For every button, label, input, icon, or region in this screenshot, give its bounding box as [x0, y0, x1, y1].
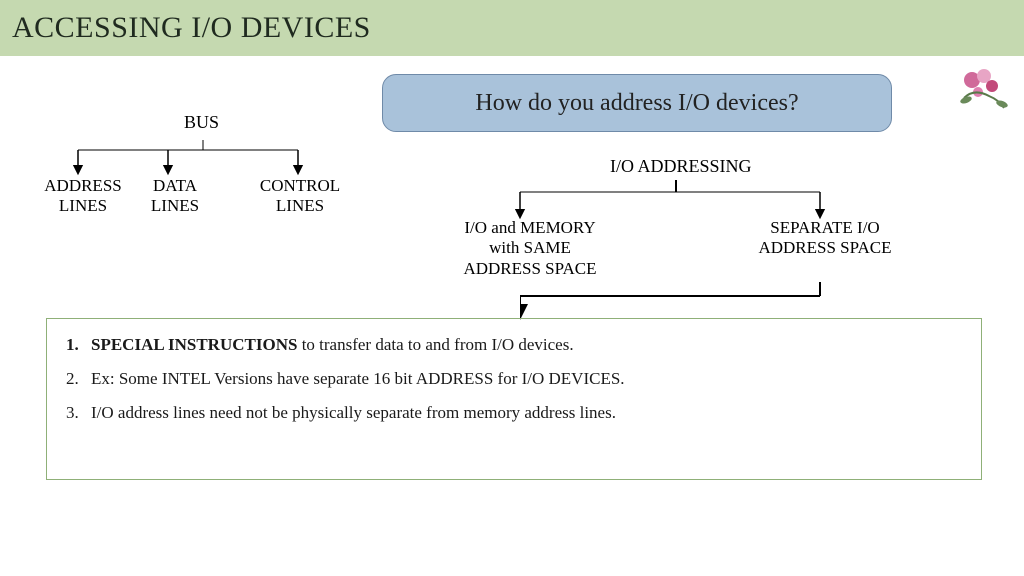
bus-child-data: DATA LINES [140, 176, 210, 217]
note-1-bold: SPECIAL INSTRUCTIONS [91, 335, 297, 354]
notes-box: SPECIAL INSTRUCTIONS to transfer data to… [46, 318, 982, 480]
bus-child-address: ADDRESS LINES [38, 176, 128, 217]
slide-title: ACCESSING I/O DEVICES [12, 11, 371, 45]
separate-to-notes-arrow [520, 262, 870, 320]
io-child-separate-space: SEPARATE I/O ADDRESS SPACE [750, 218, 900, 259]
note-item-3: I/O address lines need not be physically… [83, 403, 973, 423]
callout-text: How do you address I/O devices? [475, 90, 798, 117]
callout-bubble: How do you address I/O devices? [382, 74, 892, 132]
flower-decoration-icon [944, 58, 1024, 118]
note-item-1: SPECIAL INSTRUCTIONS to transfer data to… [83, 335, 973, 355]
note-1-rest: to transfer data to and from I/O devices… [297, 335, 573, 354]
bus-child-control: CONTROL LINES [250, 176, 350, 217]
slide-header: ACCESSING I/O DEVICES [0, 0, 1024, 56]
io-addressing-title: I/O ADDRESSING [610, 156, 752, 177]
note-item-2: Ex: Some INTEL Versions have separate 16… [83, 369, 973, 389]
